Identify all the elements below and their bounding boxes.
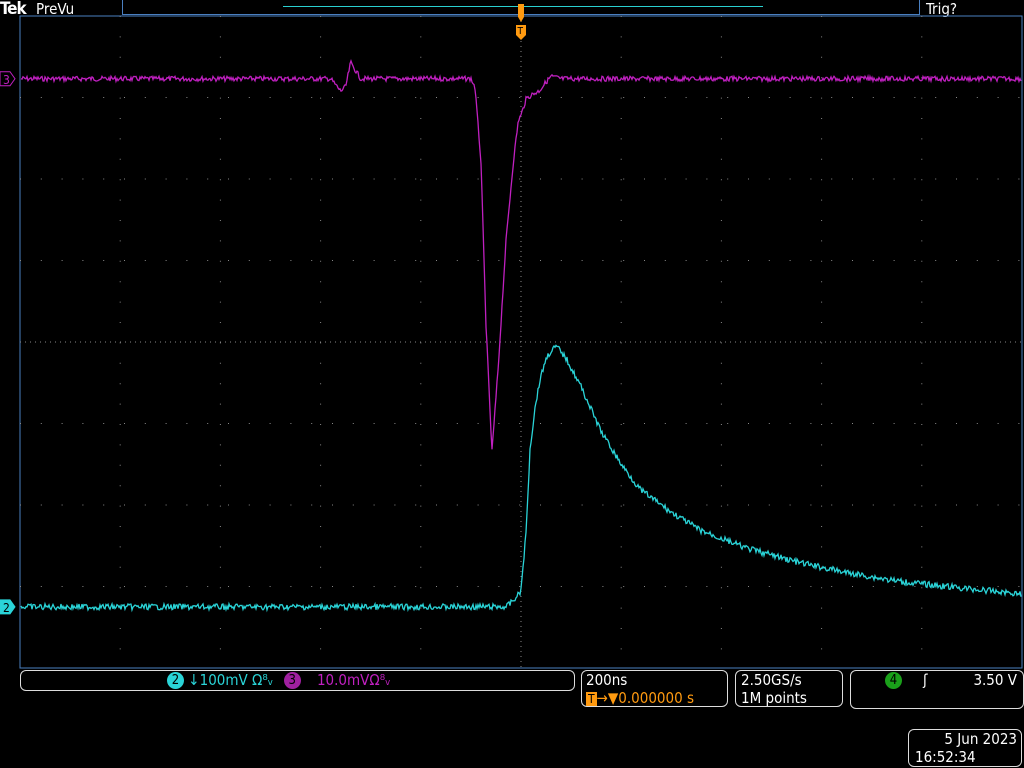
record-trigger-marker — [518, 4, 524, 22]
sample-rate: 2.50GS/s — [741, 671, 802, 689]
ch2-scale: ↓100mV — [188, 671, 248, 689]
acquisition-readout[interactable]: 2.50GS/s 1M points — [735, 670, 843, 707]
channel-marker-label: 2 — [3, 601, 10, 615]
trigger-position-icon: T — [586, 692, 597, 706]
waveform-ch2 — [20, 344, 1022, 613]
channel-marker-label: 3 — [3, 73, 10, 87]
ch3-badge[interactable]: 3 — [283, 672, 301, 689]
trigger-level: 3.50 V — [973, 671, 1017, 689]
horizontal-position: →▼0.000000 s — [596, 689, 694, 707]
time-scale: 200ns — [586, 671, 628, 689]
ch2-badge[interactable]: 2 — [167, 672, 184, 689]
ch2-coupling: Ω⁸ᵥ — [252, 671, 274, 689]
record-length: 1M points — [741, 689, 807, 707]
waveform-display: 3 2 T — [0, 4, 1023, 669]
rising-edge-icon: ʃ — [923, 671, 928, 689]
trigger-marker-label: T — [517, 26, 524, 37]
ch3-scale: 10.0mVΩ⁸ᵥ — [316, 671, 391, 689]
time: 16:52:34 — [915, 748, 976, 766]
horizontal-readout[interactable]: 200ns T →▼0.000000 s — [581, 670, 728, 707]
trigger-source-badge: 4 — [885, 672, 902, 689]
trigger-readout[interactable]: 4 ʃ 3.50 V — [850, 670, 1024, 709]
channel-readout[interactable]: 2 ↓100mV Ω⁸ᵥ 3 10.0mVΩ⁸ᵥ — [20, 670, 575, 691]
date: 5 Jun 2023 — [944, 730, 1017, 748]
date-time: 5 Jun 2023 16:52:34 — [908, 729, 1022, 767]
